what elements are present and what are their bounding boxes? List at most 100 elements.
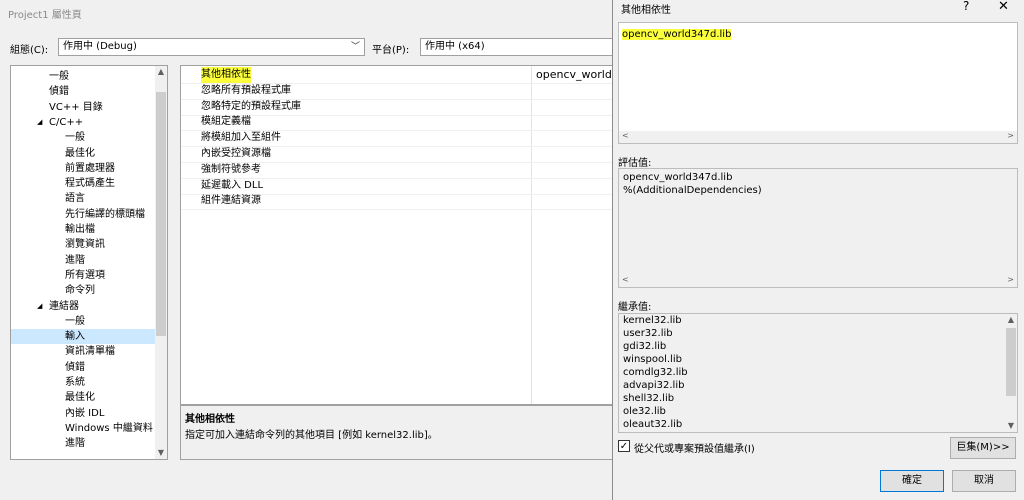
tree-item-label: 系統 bbox=[65, 377, 85, 388]
ok-button[interactable]: 確定 bbox=[880, 470, 944, 492]
scroll-down-icon[interactable]: ▼ bbox=[155, 447, 167, 459]
config-select-value: 作用中 (Debug) bbox=[63, 41, 137, 52]
tree-item[interactable]: 最佳化 bbox=[65, 146, 95, 161]
macro-button[interactable]: 巨集(M)>> bbox=[950, 437, 1016, 459]
property-row[interactable]: 將模組加入至組件 bbox=[181, 130, 612, 148]
property-name: 強制符號參考 bbox=[201, 163, 261, 175]
tree-item[interactable]: Windows 中繼資料 bbox=[65, 421, 153, 436]
property-row[interactable]: 忽略特定的預設程式庫 bbox=[181, 99, 612, 116]
scroll-left-icon[interactable]: < bbox=[622, 275, 629, 284]
tree-item-label: 先行編譯的標頭檔 bbox=[65, 208, 145, 220]
platform-label: 平台(P): bbox=[372, 45, 410, 56]
tree-item-label: 連結器 bbox=[49, 300, 79, 312]
property-name: 模組定義檔 bbox=[201, 116, 251, 128]
tree-item-label: 內嵌 IDL bbox=[65, 407, 105, 419]
property-row[interactable]: 其他相依性 opencv_world3 bbox=[181, 67, 612, 84]
inherited-line: gdi32.lib bbox=[623, 341, 667, 352]
tree-item[interactable]: 最佳化 bbox=[65, 390, 95, 405]
tree-item[interactable]: 瀏覽資訊 bbox=[65, 237, 105, 252]
dependencies-edit[interactable]: opencv_world347d.lib < > bbox=[618, 22, 1018, 144]
property-name: 內嵌受控資源檔 bbox=[201, 148, 271, 159]
tree-item[interactable]: 程式碼產生 bbox=[65, 176, 115, 191]
inherited-box: kernel32.lib user32.lib gdi32.lib winspo… bbox=[618, 313, 1018, 433]
tree-item[interactable]: 命令列 bbox=[65, 283, 95, 298]
scroll-right-icon[interactable]: > bbox=[1007, 275, 1014, 284]
property-name: 忽略特定的預設程式庫 bbox=[201, 100, 301, 112]
tree-item-label: 一般 bbox=[65, 132, 85, 144]
evaluated-label: 評估值: bbox=[618, 158, 652, 169]
tree-item[interactable]: ◢ 連結器 bbox=[37, 299, 79, 314]
tree-item-label: C/C++ bbox=[49, 116, 84, 128]
scroll-up-icon[interactable]: ▲ bbox=[1005, 314, 1017, 326]
property-grid[interactable]: 其他相依性 opencv_world3 忽略所有預設程式庫 忽略特定的預設程式庫 模組定… bbox=[180, 65, 612, 405]
tree-item[interactable]: 一般 bbox=[49, 69, 69, 84]
close-icon[interactable]: ✕ bbox=[998, 0, 1009, 14]
tree-item[interactable]: 資訊清單檔 bbox=[65, 344, 115, 359]
inherited-line: ole32.lib bbox=[623, 406, 666, 417]
tree-item-label: 所有選項 bbox=[65, 269, 105, 281]
inherited-line: kernel32.lib bbox=[623, 315, 682, 326]
evaluated-hscrollbar[interactable]: < > bbox=[619, 275, 1017, 287]
evaluated-box: opencv_world347d.lib %(AdditionalDepende… bbox=[618, 168, 1018, 288]
expand-arrow-icon[interactable]: ◢ bbox=[37, 299, 42, 314]
inherited-line: oleaut32.lib bbox=[623, 419, 683, 430]
tree-item[interactable]: 進階 bbox=[65, 253, 85, 268]
tree-item[interactable]: VC++ 目錄 bbox=[49, 100, 103, 115]
tree-item[interactable]: 輸出檔 bbox=[65, 222, 95, 237]
tree-item-label: 一般 bbox=[65, 315, 85, 327]
property-row[interactable]: 內嵌受控資源檔 bbox=[181, 146, 612, 163]
edit-hscrollbar[interactable]: < > bbox=[619, 131, 1017, 143]
scroll-left-icon[interactable]: < bbox=[622, 131, 629, 140]
tree-item[interactable]: 內嵌 IDL bbox=[65, 406, 104, 421]
dialog-title: 其他相依性 bbox=[621, 5, 671, 16]
tree-item-label: 偵錯 bbox=[65, 361, 85, 373]
tree-scrollbar[interactable]: ▲ ▼ bbox=[155, 66, 167, 459]
evaluated-line: opencv_world347d.lib bbox=[623, 172, 733, 183]
tree-item[interactable]: 前置處理器 bbox=[65, 161, 115, 176]
dependencies-edit-value[interactable]: opencv_world347d.lib bbox=[622, 29, 732, 40]
scroll-right-icon[interactable]: > bbox=[1007, 131, 1014, 140]
platform-select[interactable]: 作用中 (x64) bbox=[420, 38, 612, 56]
inherited-scrollbar[interactable]: ▲ ▼ bbox=[1005, 314, 1017, 432]
property-name: 延遲載入 DLL bbox=[201, 179, 264, 191]
inherited-label: 繼承值: bbox=[618, 302, 652, 313]
tree-item[interactable]: ◢ C/C++ bbox=[37, 115, 84, 130]
tree-scroll-thumb[interactable] bbox=[156, 92, 166, 336]
cancel-button[interactable]: 取消 bbox=[952, 470, 1016, 492]
tree-item[interactable]: 進階 bbox=[65, 436, 85, 451]
tree-item[interactable]: 輸入 bbox=[11, 329, 155, 345]
tree-item[interactable]: 一般 bbox=[65, 130, 85, 145]
tree-item[interactable]: 一般 bbox=[65, 314, 85, 329]
category-tree[interactable]: 一般 偵錯 VC++ 目錄 ◢ C/C++ 一般 最佳化 前置處理器 程式碼產生 語言 先行編譯的標… bbox=[10, 65, 168, 460]
property-value[interactable]: opencv_world3 bbox=[536, 67, 612, 83]
inherited-line: advapi32.lib bbox=[623, 380, 685, 391]
tree-item[interactable]: 先行編譯的標頭檔 bbox=[65, 207, 145, 222]
help-icon[interactable]: ? bbox=[963, 0, 969, 13]
tree-item-label: 一般 bbox=[49, 71, 69, 82]
property-row[interactable]: 模組定義檔 bbox=[181, 114, 612, 132]
tree-item[interactable]: 系統 bbox=[65, 375, 85, 390]
property-row[interactable]: 組件連結資源 bbox=[181, 193, 612, 211]
tree-item[interactable]: 偵錯 bbox=[65, 360, 85, 375]
scroll-down-icon[interactable]: ▼ bbox=[1005, 420, 1017, 432]
config-select[interactable]: 作用中 (Debug) ﹀ bbox=[58, 38, 365, 56]
tree-item[interactable]: 所有選項 bbox=[65, 268, 105, 283]
property-name: 其他相依性 bbox=[201, 67, 251, 83]
tree-item[interactable]: 語言 bbox=[65, 191, 85, 206]
property-name: 將模組加入至組件 bbox=[201, 132, 281, 144]
window-title: Project1 屬性頁 bbox=[8, 10, 82, 21]
property-row[interactable]: 延遲載入 DLL bbox=[181, 178, 612, 195]
inherited-scroll-thumb[interactable] bbox=[1006, 328, 1016, 396]
config-label: 組態(C): bbox=[10, 45, 49, 56]
inherit-checkbox[interactable]: ✓ bbox=[618, 440, 630, 452]
tree-item-label: 資訊清單檔 bbox=[65, 346, 115, 358]
property-name: 忽略所有預設程式庫 bbox=[201, 84, 291, 96]
description-panel: 其他相依性 指定可加入連結命令列的其他項目 [例如 kernel32.lib]。 bbox=[180, 405, 612, 460]
property-row[interactable]: 強制符號參考 bbox=[181, 162, 612, 179]
tree-item[interactable]: 偵錯 bbox=[49, 84, 69, 99]
inherit-checkbox-label[interactable]: 從父代或專案預設值繼承(I) bbox=[634, 440, 755, 455]
tree-item-label: 進階 bbox=[65, 254, 85, 266]
expand-arrow-icon[interactable]: ◢ bbox=[37, 115, 42, 130]
property-row[interactable]: 忽略所有預設程式庫 bbox=[181, 83, 612, 100]
scroll-up-icon[interactable]: ▲ bbox=[155, 66, 167, 78]
